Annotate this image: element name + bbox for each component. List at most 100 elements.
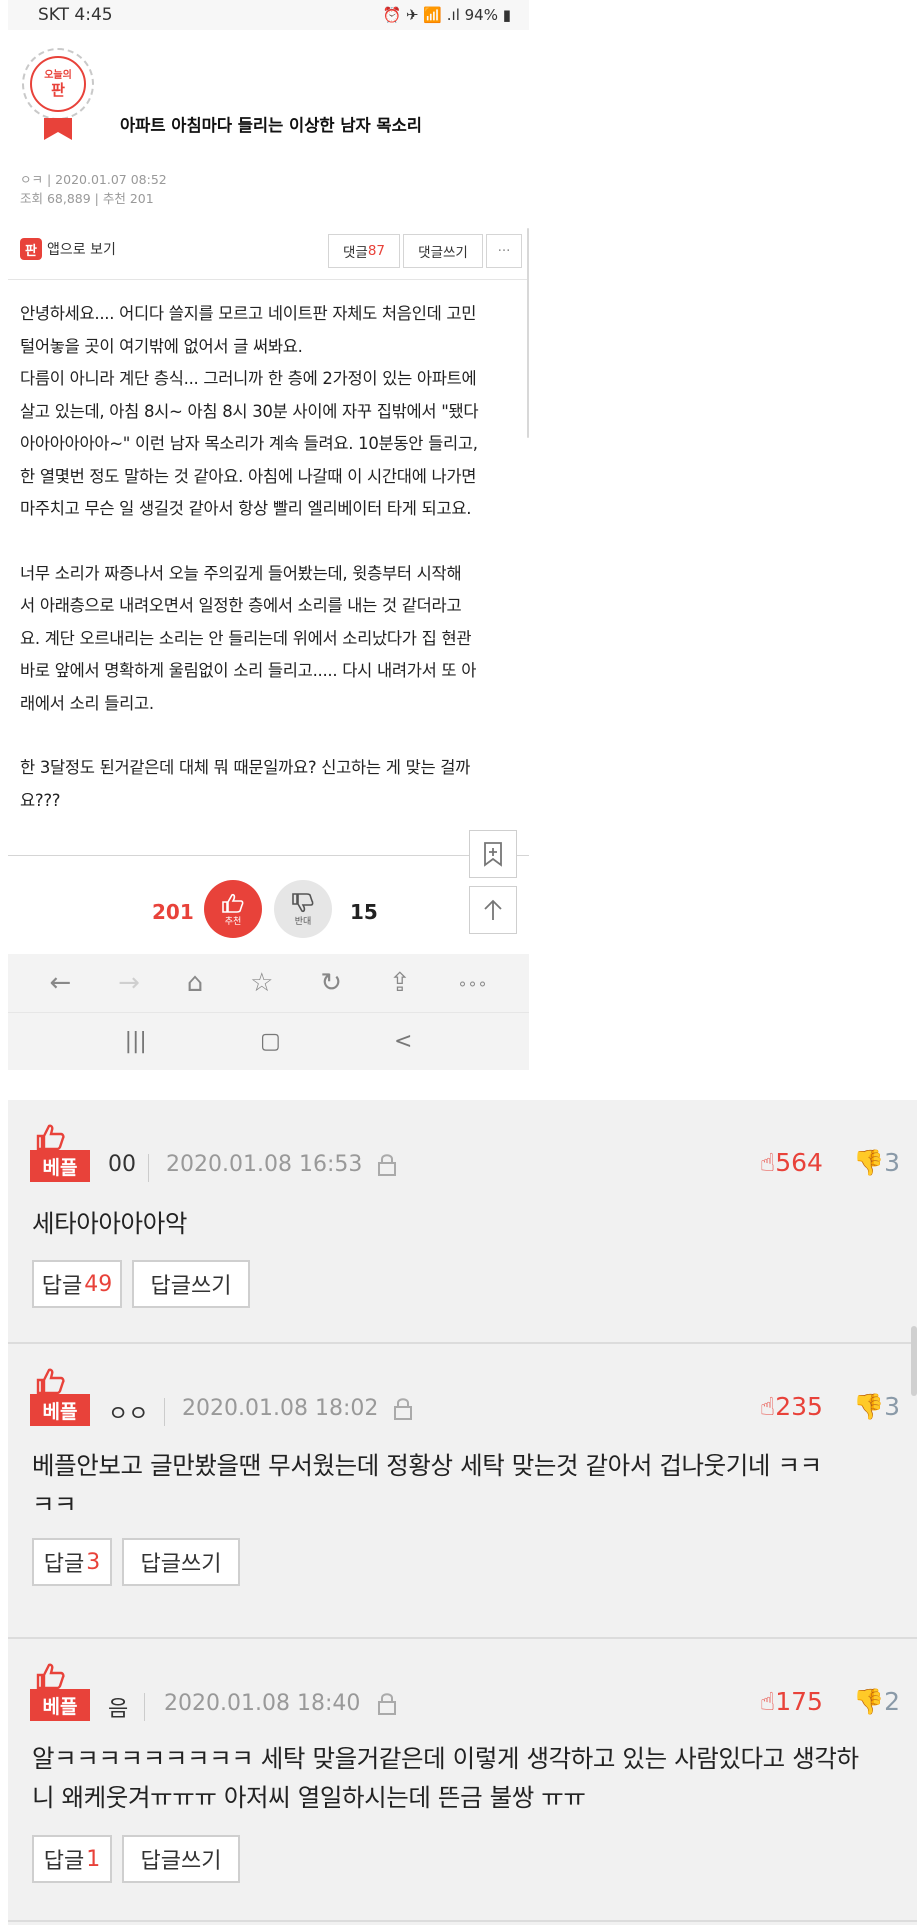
back-arrow-icon[interactable]: ← bbox=[49, 968, 71, 998]
comment-text: 세타아아아아악 bbox=[32, 1204, 187, 1243]
comment-likes[interactable]: ☝175 bbox=[760, 1687, 823, 1716]
app-view-label: 앱으로 보기 bbox=[47, 242, 116, 258]
post-body-line: 살고 있는데, 아침 8시~ 아침 8시 30분 사이에 자꾸 집밖에서 "됐다 bbox=[20, 401, 479, 421]
reply-button[interactable]: 답글 3 bbox=[32, 1538, 112, 1586]
reply-label: 답글 bbox=[43, 1552, 85, 1577]
comment-dislikes[interactable]: 👎2 bbox=[853, 1687, 900, 1717]
reply-count: 1 bbox=[86, 1846, 101, 1872]
menu-icon[interactable]: ∘∘∘ bbox=[458, 974, 488, 993]
post-body-line: 털어놓을 곳이 여기밖에 없어서 글 써봐요. bbox=[20, 336, 303, 356]
write-reply-button[interactable]: 답글쓰기 bbox=[122, 1835, 240, 1883]
like-count: 564 bbox=[775, 1148, 823, 1177]
comment-divider bbox=[8, 1920, 917, 1922]
recents-icon[interactable]: ||| bbox=[125, 1029, 147, 1054]
reply-button[interactable]: 답글 1 bbox=[32, 1835, 112, 1883]
post-stats: 조회 68,889 | 추천 201 bbox=[20, 191, 154, 206]
badge-ribbon-icon bbox=[44, 118, 72, 140]
like-count: 175 bbox=[775, 1687, 823, 1716]
dislike-icon: 👎 bbox=[853, 1392, 885, 1421]
upvote-label: 추천 bbox=[224, 916, 242, 927]
best-tag: 베플 bbox=[30, 1394, 90, 1426]
reply-count: 3 bbox=[86, 1549, 101, 1575]
write-reply-button[interactable]: 답글쓰기 bbox=[122, 1538, 240, 1586]
post-header: 오늘의 판 아파트 아침마다 들리는 이상한 남자 목소리 bbox=[8, 30, 529, 140]
post-body-line: 안녕하세요.... 어디다 쓸지를 모르고 네이트판 자체도 처음인데 고민 bbox=[20, 304, 477, 323]
dislike-count: 3 bbox=[884, 1148, 901, 1177]
reply-label: 답글 bbox=[41, 1274, 83, 1299]
more-button[interactable]: ··· bbox=[486, 234, 522, 268]
separator bbox=[148, 1154, 149, 1182]
back-nav-icon[interactable]: < bbox=[394, 1029, 412, 1054]
comment-date: 2020.01.08 16:53 bbox=[166, 1152, 363, 1177]
post-body-line: 다름이 아니라 계단 층식... 그러니까 한 층에 2가정이 있는 아파트에 bbox=[20, 369, 477, 388]
downvote-button[interactable]: 반대 bbox=[274, 880, 332, 938]
comment-line: ㅋㅋ bbox=[32, 1490, 77, 1519]
post-divider bbox=[8, 855, 529, 856]
upvote-button[interactable]: 추천 bbox=[204, 880, 262, 938]
post-screenshot: SKT 4:45 ⏰ ✈ 📶 .ıl 94% ▮ 오늘의 판 아파트 아침마다 … bbox=[8, 0, 529, 1070]
comment-text: 알ㅋㅋㅋㅋㅋㅋㅋㅋㅋ 세탁 맞을거같은데 이렇게 생각하고 있는 사람있다고 생… bbox=[32, 1739, 859, 1817]
share-icon[interactable]: ⇪ bbox=[389, 968, 411, 998]
dislike-icon: 👎 bbox=[853, 1148, 885, 1177]
star-icon[interactable]: ☆ bbox=[250, 968, 273, 998]
best-thumb-icon bbox=[36, 1122, 72, 1152]
like-icon: ☝ bbox=[760, 1687, 776, 1716]
dislike-count: 2 bbox=[884, 1687, 901, 1716]
upvote-count: 201 bbox=[152, 900, 194, 924]
badge-main-text: 판 bbox=[51, 80, 65, 99]
dislike-icon: 👎 bbox=[853, 1687, 885, 1716]
like-icon: ☝ bbox=[760, 1148, 776, 1177]
post-title: 아파트 아침마다 들리는 이상한 남자 목소리 bbox=[120, 116, 422, 135]
comment-line: 니 왜케웃겨ㅠㅠㅠ 아저씨 열일하시는데 뜬금 불쌍 ㅠㅠ bbox=[32, 1783, 586, 1812]
forward-arrow-icon[interactable]: → bbox=[118, 968, 140, 998]
comment-item: 베플 음 2020.01.08 18:40 ☝175 👎2 알ㅋㅋㅋㅋㅋㅋㅋㅋㅋ… bbox=[8, 1639, 917, 1925]
reply-count: 49 bbox=[84, 1271, 113, 1297]
downvote-count: 15 bbox=[350, 900, 378, 924]
post-body-line: 마주치고 무슨 일 생길것 같아서 항상 빨리 엘리베이터 타게 되고요. bbox=[20, 499, 472, 518]
lock-icon[interactable] bbox=[392, 1396, 414, 1422]
comment-likes[interactable]: ☝564 bbox=[760, 1148, 823, 1177]
comment-likes[interactable]: ☝235 bbox=[760, 1392, 823, 1421]
write-comment-button[interactable]: 댓글쓰기 bbox=[403, 234, 483, 268]
comment-line: 세타아아아아악 bbox=[32, 1209, 187, 1238]
post-body-line: 아아아아아아~" 이런 남자 목소리가 계속 들려요. 10분동안 들리고, bbox=[20, 434, 478, 453]
post-body-line: 요??? bbox=[20, 790, 61, 810]
lock-icon[interactable] bbox=[376, 1152, 398, 1178]
post-body-line: 너무 소리가 짜증나서 오늘 주의깊게 들어봤는데, 윗층부터 시작해 bbox=[20, 563, 462, 583]
reload-icon[interactable]: ↻ bbox=[320, 968, 342, 998]
best-tag: 베플 bbox=[30, 1150, 90, 1182]
scrap-button[interactable] bbox=[469, 830, 517, 878]
comment-line: 알ㅋㅋㅋㅋㅋㅋㅋㅋㅋ 세탁 맞을거같은데 이렇게 생각하고 있는 사람있다고 생… bbox=[32, 1744, 859, 1773]
home-nav-icon[interactable]: ▢ bbox=[260, 1029, 281, 1054]
comment-dislikes[interactable]: 👎3 bbox=[853, 1392, 900, 1422]
post-body: 안녕하세요.... 어디다 쓸지를 모르고 네이트판 자체도 처음인데 고민털어… bbox=[8, 280, 529, 817]
post-body-line: 요. 계단 오르내리는 소리는 안 들리는데 위에서 소리났다가 집 현관 bbox=[20, 628, 472, 648]
today-pann-badge-icon: 오늘의 판 bbox=[22, 48, 94, 120]
like-icon: ☝ bbox=[760, 1392, 776, 1421]
write-reply-button[interactable]: 답글쓰기 bbox=[132, 1260, 250, 1308]
post-body-line: 한 열몇번 정도 말하는 것 같아요. 아침에 나갈때 이 시간대에 나가면 bbox=[20, 466, 477, 486]
comments-button[interactable]: 댓글 87 bbox=[328, 234, 400, 268]
comment-date: 2020.01.08 18:02 bbox=[182, 1396, 379, 1421]
thumbs-down-icon bbox=[292, 892, 314, 912]
carrier-time: SKT 4:45 bbox=[38, 5, 113, 25]
vote-row: 201 추천 반대 15 bbox=[8, 880, 529, 940]
comment-text: 베플안보고 글만봤을땐 무서웠는데 정황상 세탁 맞는것 같아서 겁나웃기네 ㅋ… bbox=[32, 1446, 822, 1524]
post-body-line: 래에서 소리 들리고. bbox=[20, 693, 154, 713]
comment-item: 베플 ㅇㅇ 2020.01.08 18:02 ☝235 👎3 베플안보고 글만봤… bbox=[8, 1344, 917, 1637]
reply-button[interactable]: 답글 49 bbox=[32, 1260, 122, 1308]
status-icons: ⏰ ✈ 📶 .ıl 94% ▮ bbox=[382, 6, 511, 24]
comment-item: 베플 00 2020.01.08 16:53 ☝564 👎3 세타아아아아악 답… bbox=[8, 1100, 917, 1342]
post-body-line: 바로 앞에서 명확하게 울림없이 소리 들리고..... 다시 내려가서 또 아 bbox=[20, 661, 477, 680]
lock-icon[interactable] bbox=[376, 1691, 398, 1717]
comment-dislikes[interactable]: 👎3 bbox=[853, 1148, 900, 1178]
app-view-link[interactable]: 판 앱으로 보기 bbox=[20, 238, 116, 260]
thumbs-up-icon bbox=[222, 893, 244, 913]
scroll-indicator bbox=[527, 228, 529, 438]
comment-date: 2020.01.08 18:40 bbox=[164, 1691, 361, 1716]
home-icon[interactable]: ⌂ bbox=[187, 968, 204, 998]
best-thumb-icon bbox=[36, 1661, 72, 1691]
like-count: 235 bbox=[775, 1392, 823, 1421]
